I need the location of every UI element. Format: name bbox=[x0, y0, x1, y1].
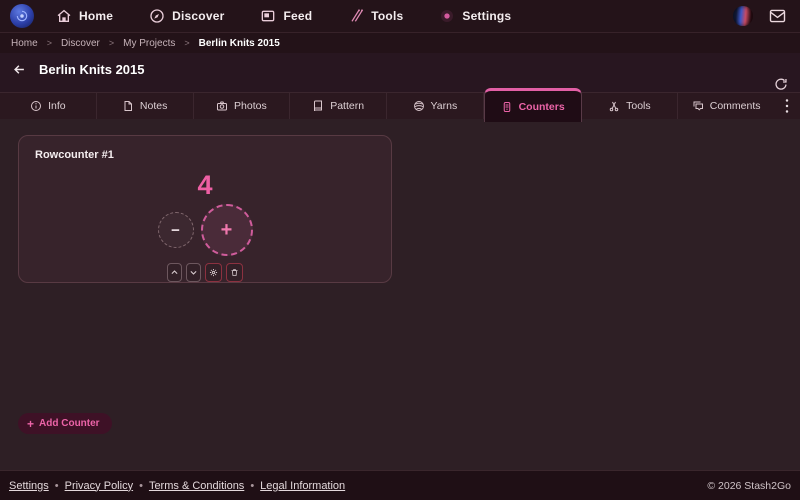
scissors-icon bbox=[608, 100, 620, 112]
refresh-icon[interactable] bbox=[774, 77, 788, 91]
user-avatar[interactable] bbox=[733, 6, 753, 26]
nav-item-home[interactable]: Home bbox=[56, 8, 113, 24]
tab-photos[interactable]: Photos bbox=[194, 93, 291, 119]
tab-pattern[interactable]: Pattern bbox=[290, 93, 387, 119]
counter-title: Rowcounter #1 bbox=[35, 149, 375, 161]
breadcrumb: Home > Discover > My Projects > Berlin K… bbox=[0, 32, 800, 53]
footer-separator: • bbox=[139, 480, 143, 492]
tab-tools[interactable]: Tools bbox=[582, 93, 679, 119]
move-up-button[interactable] bbox=[167, 263, 182, 282]
tab-label: Photos bbox=[234, 100, 267, 112]
footer-copyright: © 2026 Stash2Go bbox=[707, 480, 791, 492]
note-icon bbox=[122, 100, 134, 112]
counter-controls: − + bbox=[35, 204, 375, 256]
nav-item-settings[interactable]: Settings bbox=[439, 8, 511, 24]
increment-button[interactable]: + bbox=[201, 204, 253, 256]
tab-label: Pattern bbox=[330, 100, 364, 112]
tab-yarns[interactable]: Yarns bbox=[387, 93, 484, 119]
content-area: Rowcounter #1 4 − + + Add Counter bbox=[0, 119, 800, 477]
breadcrumb-home[interactable]: Home bbox=[11, 38, 38, 49]
plus-icon: + bbox=[27, 419, 34, 429]
footer-link-privacy-policy[interactable]: Privacy Policy bbox=[65, 480, 133, 492]
tab-label: Info bbox=[48, 100, 66, 112]
tab-label: Counters bbox=[519, 101, 565, 113]
back-button[interactable] bbox=[12, 62, 27, 77]
chevron-up-icon bbox=[170, 268, 179, 277]
nav-label: Home bbox=[79, 9, 113, 23]
nav-item-discover[interactable]: Discover bbox=[149, 8, 224, 24]
tab-notes[interactable]: Notes bbox=[97, 93, 194, 119]
counter-icon bbox=[501, 101, 513, 113]
tab-label: Yarns bbox=[431, 100, 458, 112]
footer-separator: • bbox=[250, 480, 254, 492]
home-icon bbox=[56, 8, 72, 24]
decrement-button[interactable]: − bbox=[158, 212, 194, 248]
tab-label: Comments bbox=[710, 100, 761, 112]
counter-secondary-controls bbox=[35, 263, 375, 282]
needles-icon bbox=[348, 8, 364, 24]
tab-counters[interactable]: Counters bbox=[484, 88, 582, 122]
nav-item-feed[interactable]: Feed bbox=[260, 8, 312, 24]
top-nav: Home Discover Feed Tools Settings bbox=[0, 0, 800, 32]
yarn-icon bbox=[413, 100, 425, 112]
gear-icon bbox=[209, 268, 218, 277]
breadcrumb-current: Berlin Knits 2015 bbox=[199, 38, 280, 49]
chevron-down-icon bbox=[189, 268, 198, 277]
breadcrumb-separator: > bbox=[109, 38, 114, 48]
tab-label: Notes bbox=[140, 100, 167, 112]
tab-overflow-menu[interactable] bbox=[774, 93, 800, 119]
breadcrumb-my-projects[interactable]: My Projects bbox=[123, 38, 175, 49]
tab-bar: Info Notes Photos Pattern Yarns bbox=[0, 92, 800, 119]
tab-comments[interactable]: Comments bbox=[678, 93, 774, 119]
nav-item-tools[interactable]: Tools bbox=[348, 8, 403, 24]
footer-separator: • bbox=[55, 480, 59, 492]
mail-icon[interactable] bbox=[769, 9, 786, 23]
info-icon bbox=[30, 100, 42, 112]
camera-icon bbox=[216, 100, 228, 112]
nav-label: Settings bbox=[462, 9, 511, 23]
nav-label: Tools bbox=[371, 9, 403, 23]
delete-counter-button[interactable] bbox=[226, 263, 243, 282]
tab-info[interactable]: Info bbox=[0, 93, 97, 119]
counter-card: Rowcounter #1 4 − + bbox=[18, 135, 392, 283]
comments-icon bbox=[692, 100, 704, 112]
breadcrumb-separator: > bbox=[184, 38, 189, 48]
compass-icon bbox=[149, 8, 165, 24]
logo-swirl-icon bbox=[15, 9, 29, 23]
breadcrumb-separator: > bbox=[47, 38, 52, 48]
move-down-button[interactable] bbox=[186, 263, 201, 282]
counter-value: 4 bbox=[35, 171, 375, 199]
add-counter-label: Add Counter bbox=[39, 418, 100, 429]
footer-link-settings[interactable]: Settings bbox=[9, 480, 49, 492]
footer-link-terms[interactable]: Terms & Conditions bbox=[149, 480, 244, 492]
title-row: Berlin Knits 2015 bbox=[0, 53, 800, 85]
page-header: Berlin Knits 2015 Info Notes Photos bbox=[0, 53, 800, 119]
tab-label: Tools bbox=[626, 100, 651, 112]
breadcrumb-discover[interactable]: Discover bbox=[61, 38, 100, 49]
feed-icon bbox=[260, 8, 276, 24]
trash-icon bbox=[230, 268, 239, 277]
footer: Settings • Privacy Policy • Terms & Cond… bbox=[0, 470, 800, 500]
vertical-dots-icon bbox=[785, 99, 789, 113]
dot-icon bbox=[439, 8, 455, 24]
counter-settings-button[interactable] bbox=[205, 263, 222, 282]
book-icon bbox=[312, 100, 324, 112]
nav-label: Discover bbox=[172, 9, 224, 23]
nav-right bbox=[733, 6, 786, 26]
page-title: Berlin Knits 2015 bbox=[39, 62, 145, 77]
footer-link-legal[interactable]: Legal Information bbox=[260, 480, 345, 492]
app-logo[interactable] bbox=[10, 4, 34, 28]
add-counter-button[interactable]: + Add Counter bbox=[18, 413, 112, 434]
nav-label: Feed bbox=[283, 9, 312, 23]
